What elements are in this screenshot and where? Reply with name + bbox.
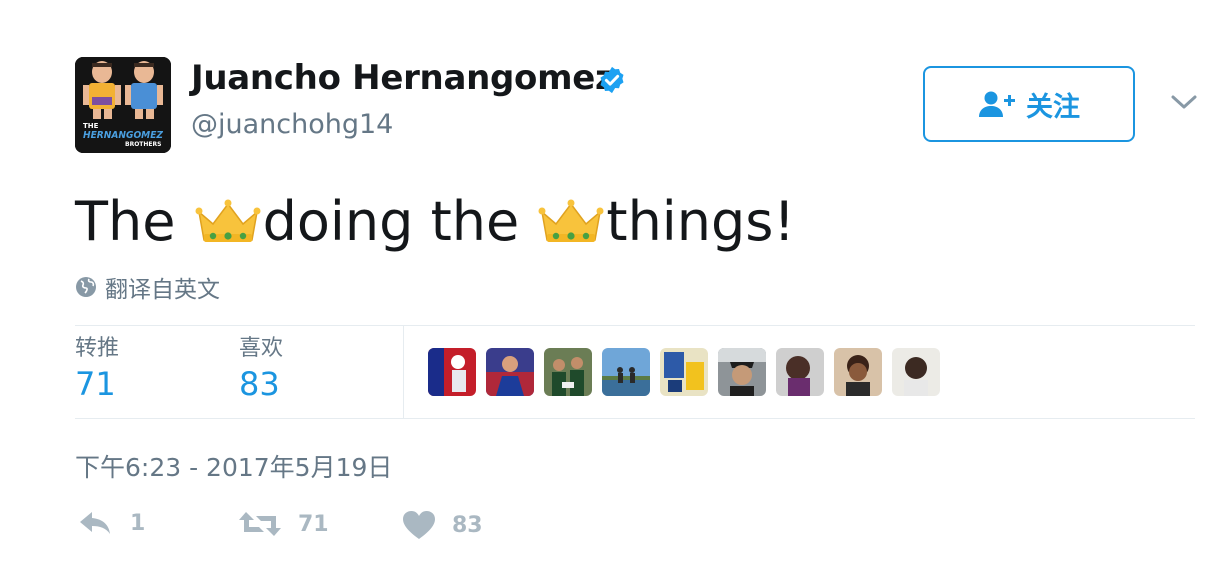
verified-badge-icon	[600, 66, 624, 94]
tweet-text: The doing the things!	[75, 186, 795, 258]
liker-avatar-image	[428, 348, 476, 396]
crown-emoji-icon	[195, 199, 261, 242]
add-user-icon	[979, 91, 1015, 117]
avatar-logo-top: THE	[83, 122, 99, 130]
liker-avatar[interactable]	[486, 348, 534, 396]
liker-avatar-image	[834, 348, 882, 396]
liker-avatar-image	[602, 348, 650, 396]
like-button[interactable]: 83	[402, 510, 483, 540]
author-name[interactable]: Juancho Hernangomez	[191, 58, 615, 98]
heart-icon	[403, 511, 435, 539]
avatar-logo-bottom: BROTHERS	[125, 141, 161, 148]
liker-avatar[interactable]	[834, 348, 882, 396]
reply-count: 1	[130, 510, 146, 536]
liker-avatar-image	[660, 348, 708, 396]
author-handle[interactable]: @juanchohg14	[191, 109, 393, 140]
crown-emoji-icon	[538, 199, 604, 242]
liker-avatar-image	[544, 348, 592, 396]
translate-link[interactable]: 翻译自英文	[75, 270, 220, 304]
like-count: 83	[452, 512, 483, 538]
reply-icon	[80, 512, 110, 534]
avatar-logo-main: HERNANGOMEZ	[83, 130, 164, 141]
liker-avatar[interactable]	[602, 348, 650, 396]
follow-button[interactable]: 关注	[923, 66, 1135, 142]
retweets-stat[interactable]: 转推 71	[75, 334, 119, 404]
retweets-count: 71	[75, 365, 116, 403]
reply-button[interactable]: 1	[78, 510, 145, 536]
likes-count: 83	[239, 365, 280, 403]
liker-avatar[interactable]	[428, 348, 476, 396]
tweet-timestamp[interactable]: 下午6:23 - 2017年5月19日	[75, 448, 392, 484]
liker-avatar[interactable]	[660, 348, 708, 396]
likes-stat[interactable]: 喜欢 83	[239, 334, 283, 404]
retweet-icon	[239, 512, 281, 536]
stats-bottom-divider	[75, 418, 1195, 419]
globe-icon	[76, 277, 96, 297]
tweet-text-segment: The	[75, 190, 193, 253]
liker-avatar-image	[486, 348, 534, 396]
retweets-label: 转推	[75, 336, 120, 361]
chevron-down-icon[interactable]	[1170, 92, 1198, 112]
tweet-text-segment: doing the	[262, 190, 537, 253]
retweet-count: 71	[298, 511, 329, 537]
liker-avatar[interactable]	[718, 348, 766, 396]
stats-top-divider	[75, 325, 1195, 326]
brothers-cartoon-avatar-icon: THE HERNANGOMEZ BROTHERS	[75, 57, 171, 153]
retweet-button[interactable]: 71	[238, 510, 329, 538]
liker-avatar[interactable]	[544, 348, 592, 396]
liker-avatar[interactable]	[776, 348, 824, 396]
liker-avatar-image	[776, 348, 824, 396]
tweet-text-segment: things!	[606, 190, 796, 253]
liker-avatar-image	[718, 348, 766, 396]
liker-avatars	[428, 348, 950, 396]
author-avatar[interactable]: THE HERNANGOMEZ BROTHERS	[75, 57, 171, 153]
liker-avatar-image	[892, 348, 940, 396]
stats-vertical-divider	[403, 326, 404, 418]
liker-avatar[interactable]	[892, 348, 940, 396]
follow-button-label: 关注	[1026, 91, 1080, 123]
translate-label: 翻译自英文	[105, 277, 220, 303]
likes-label: 喜欢	[239, 336, 284, 361]
